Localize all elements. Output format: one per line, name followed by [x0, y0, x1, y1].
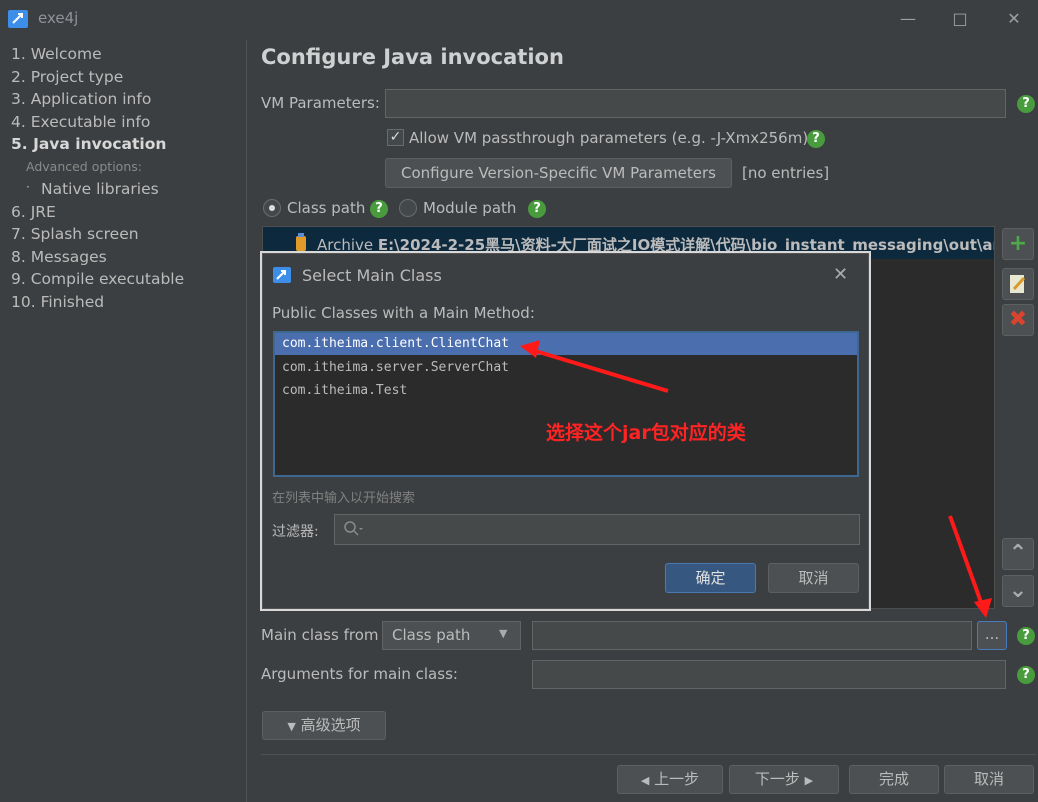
- class-path-radio[interactable]: [263, 199, 281, 217]
- search-hint: 在列表中输入以开始搜索: [272, 491, 416, 506]
- nav-item-application-info[interactable]: 3. Application info: [11, 90, 151, 108]
- filter-label: 过滤器:: [272, 524, 319, 540]
- window-title: exe4j: [38, 9, 79, 27]
- nav-item-splash-screen[interactable]: 7. Splash screen: [11, 225, 139, 243]
- help-icon[interactable]: ?: [807, 130, 825, 148]
- back-button-label: 上一步: [654, 770, 700, 788]
- triangle-left-icon: ◀: [640, 774, 650, 787]
- list-item[interactable]: com.itheima.server.ServerChat: [275, 357, 857, 379]
- page-title: Configure Java invocation: [261, 45, 564, 69]
- dialog-cancel-button[interactable]: 取消: [768, 563, 859, 593]
- class-path-radio-label: Class path: [287, 199, 366, 217]
- nav-item-project-type[interactable]: 2. Project type: [11, 68, 123, 86]
- dialog-title: Select Main Class: [302, 266, 442, 285]
- next-button[interactable]: 下一步 ▶: [729, 765, 839, 794]
- nav-divider: [246, 40, 247, 802]
- search-icon: [343, 520, 363, 542]
- add-entry-icon[interactable]: +: [1002, 228, 1034, 260]
- edit-entry-icon[interactable]: [1002, 268, 1034, 300]
- dialog-app-icon: [273, 267, 291, 283]
- list-item[interactable]: com.itheima.client.ClientChat: [275, 333, 857, 355]
- help-icon[interactable]: ?: [528, 200, 546, 218]
- allow-passthrough-label: Allow VM passthrough parameters (e.g. -J…: [409, 129, 809, 147]
- browse-main-class-button[interactable]: ...: [977, 621, 1007, 650]
- advanced-options-button[interactable]: ▼ 高级选项: [262, 711, 386, 740]
- nav-item-messages[interactable]: 8. Messages: [11, 248, 107, 266]
- nav-item-java-invocation[interactable]: 5. Java invocation: [11, 135, 166, 153]
- allow-passthrough-checkbox[interactable]: ✓: [387, 129, 404, 146]
- triangle-right-icon: ▶: [804, 774, 814, 787]
- main-class-from-label: Main class from: [261, 626, 379, 644]
- module-path-radio-label: Module path: [423, 199, 517, 217]
- wizard-nav: 1. Welcome 2. Project type 3. Applicatio…: [0, 40, 246, 802]
- vm-parameters-label: VM Parameters:: [261, 94, 380, 112]
- close-icon[interactable]: ✕: [1002, 8, 1026, 30]
- nav-item-compile-executable[interactable]: 9. Compile executable: [11, 270, 184, 288]
- nav-advanced-options-label: Advanced options:: [26, 159, 142, 174]
- class-path-entry-path: E:\2024-2-25黑马\资料-大厂面试之IO模式详解\代码\bio_ins…: [377, 236, 995, 254]
- no-entries-label: [no entries]: [742, 164, 830, 182]
- finish-button[interactable]: 完成: [849, 765, 939, 794]
- footer-divider: [261, 754, 1036, 755]
- bullet-icon: ·: [26, 180, 30, 194]
- nav-item-jre[interactable]: 6. JRE: [11, 203, 56, 221]
- class-path-entry: Archive E:\2024-2-25黑马\资料-大厂面试之IO模式详解\代码…: [317, 234, 995, 255]
- move-up-icon[interactable]: ⌃: [1002, 538, 1034, 570]
- help-icon[interactable]: ?: [1017, 627, 1035, 645]
- vm-parameters-input[interactable]: [385, 89, 1006, 118]
- dialog-list-label: Public Classes with a Main Method:: [272, 304, 535, 322]
- arguments-label: Arguments for main class:: [261, 665, 458, 683]
- remove-entry-icon[interactable]: ✖: [1002, 304, 1034, 336]
- maximize-icon[interactable]: □: [948, 8, 972, 30]
- back-button[interactable]: ◀ 上一步: [617, 765, 723, 794]
- minimize-icon[interactable]: —: [896, 8, 920, 30]
- triangle-down-icon: ▼: [287, 720, 296, 733]
- module-path-radio[interactable]: [399, 199, 417, 217]
- main-class-list[interactable]: com.itheima.client.ClientChat com.itheim…: [273, 331, 859, 477]
- help-icon[interactable]: ?: [1017, 95, 1035, 113]
- class-path-entry-type: Archive: [317, 236, 374, 254]
- nav-item-executable-info[interactable]: 4. Executable info: [11, 113, 150, 131]
- main-class-from-select[interactable]: Class path ▼: [382, 621, 521, 650]
- move-down-icon[interactable]: ⌄: [1002, 575, 1034, 607]
- nav-item-native-libraries[interactable]: Native libraries: [41, 180, 159, 198]
- main-class-input[interactable]: [532, 621, 972, 650]
- cancel-button[interactable]: 取消: [944, 765, 1034, 794]
- filter-input[interactable]: [334, 514, 860, 545]
- annotation-text: 选择这个jar包对应的类: [546, 422, 746, 444]
- list-item[interactable]: com.itheima.Test: [275, 380, 857, 402]
- help-icon[interactable]: ?: [370, 200, 388, 218]
- chevron-down-icon: ▼: [499, 627, 508, 640]
- app-icon: [8, 10, 28, 28]
- help-icon[interactable]: ?: [1017, 666, 1035, 684]
- next-button-label: 下一步: [754, 770, 800, 788]
- nav-item-finished[interactable]: 10. Finished: [11, 293, 104, 311]
- advanced-options-label: 高级选项: [300, 716, 361, 734]
- configure-version-vm-button[interactable]: Configure Version-Specific VM Parameters: [385, 158, 732, 188]
- dialog-close-icon[interactable]: ✕: [833, 264, 848, 285]
- title-bar: exe4j — □ ✕: [0, 0, 1038, 38]
- arguments-input[interactable]: [532, 660, 1006, 689]
- ok-button[interactable]: 确定: [665, 563, 756, 593]
- nav-item-welcome[interactable]: 1. Welcome: [11, 45, 102, 63]
- main-class-from-value: Class path: [392, 626, 471, 644]
